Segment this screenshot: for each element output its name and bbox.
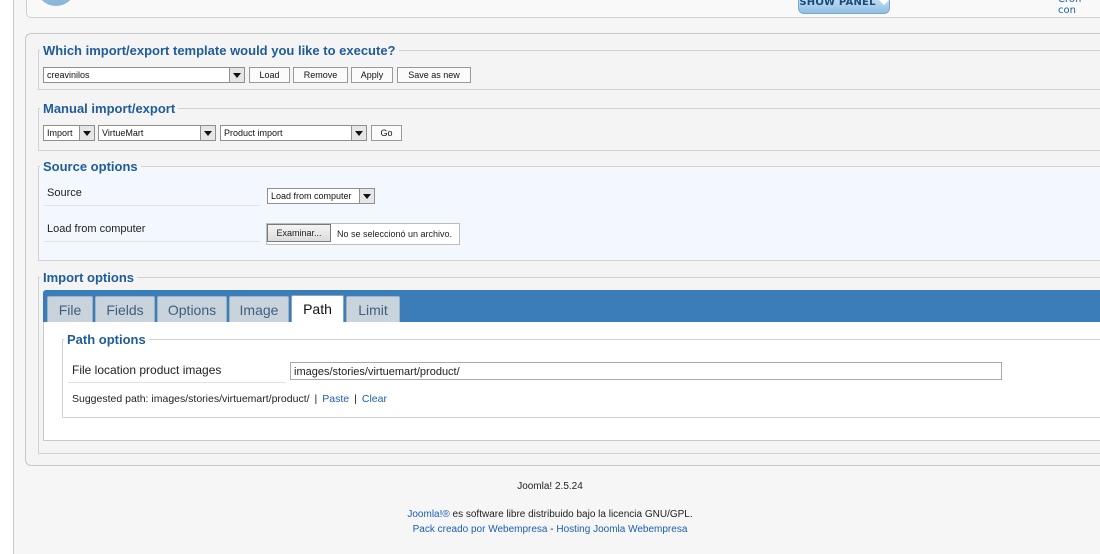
tab-limit[interactable]: Limit	[346, 296, 400, 323]
divider	[44, 205, 260, 206]
go-button[interactable]: Go	[371, 125, 402, 141]
source-select[interactable]: Load from computer	[267, 188, 375, 204]
divider	[44, 241, 260, 242]
component-select-value: VirtueMart	[102, 128, 144, 138]
load-button[interactable]: Load	[249, 67, 290, 83]
save-as-new-button[interactable]: Save as new	[397, 67, 471, 83]
operation-select[interactable]: Product import	[220, 125, 367, 141]
cron-link[interactable]: Cron con	[1058, 0, 1100, 16]
action-select[interactable]: Import	[43, 125, 95, 141]
apply-button[interactable]: Apply	[351, 67, 393, 83]
path-options-legend: Path options	[67, 332, 146, 347]
top-header-panel	[26, 0, 1100, 18]
browse-button[interactable]: Examinar...	[267, 224, 331, 242]
webempresa-pack-link[interactable]: Pack creado por Webempresa	[413, 524, 548, 535]
chevron-down-icon	[359, 189, 374, 203]
chevron-down-icon	[200, 126, 215, 140]
file-location-label: File location product images	[72, 363, 222, 377]
template-legend: Which import/export template would you l…	[43, 43, 396, 58]
chevron-down-icon	[351, 126, 366, 140]
source-label: Source	[47, 187, 82, 199]
action-select-value: Import	[47, 128, 73, 138]
show-panel-label: SHOW PANEL	[799, 0, 876, 8]
load-from-computer-label: Load from computer	[47, 223, 146, 235]
template-select-value: creavinilos	[47, 70, 90, 80]
no-file-text: No se seleccionó un archivo.	[337, 229, 453, 239]
separator: |	[314, 393, 318, 405]
show-panel-button[interactable]: SHOW PANEL	[798, 0, 890, 14]
chevron-down-icon	[878, 0, 889, 5]
tab-image[interactable]: Image	[229, 296, 289, 323]
source-fieldset: Source options	[38, 159, 1100, 261]
source-legend: Source options	[43, 159, 138, 174]
chevron-down-icon	[79, 126, 94, 140]
file-location-input[interactable]: images/stories/virtuemart/product/	[290, 362, 1002, 380]
joomla-link[interactable]: Joomla!®	[407, 509, 449, 520]
source-select-value: Load from computer	[271, 191, 352, 201]
component-select[interactable]: VirtueMart	[98, 125, 216, 141]
tab-path[interactable]: Path	[291, 295, 344, 324]
footer-credits: Pack creado por Webempresa - Hosting Joo…	[0, 524, 1100, 535]
manual-legend: Manual import/export	[43, 101, 176, 116]
clear-link[interactable]: Clear	[362, 393, 387, 405]
suggested-path: Suggested path: images/stories/virtuemar…	[72, 393, 387, 405]
divider	[68, 382, 286, 383]
footer-version: Joomla! 2.5.24	[517, 481, 583, 492]
template-select[interactable]: creavinilos	[43, 67, 245, 83]
tab-fields[interactable]: Fields	[95, 296, 155, 323]
import-options-legend: Import options	[43, 270, 134, 285]
hosting-link[interactable]: Hosting Joomla Webempresa	[556, 524, 687, 535]
tab-options[interactable]: Options	[157, 296, 227, 323]
operation-select-value: Product import	[224, 128, 283, 138]
page-left-border	[0, 0, 14, 554]
footer-license: Joomla!® es software libre distribuido b…	[0, 509, 1100, 520]
tab-file[interactable]: File	[47, 296, 93, 323]
paste-link[interactable]: Paste	[322, 393, 349, 405]
remove-button[interactable]: Remove	[293, 67, 348, 83]
suggested-path-text: Suggested path: images/stories/virtuemar…	[72, 393, 310, 405]
license-text: es software libre distribuido bajo la li…	[449, 509, 693, 520]
separator: |	[354, 393, 357, 405]
chevron-down-icon	[229, 68, 244, 82]
